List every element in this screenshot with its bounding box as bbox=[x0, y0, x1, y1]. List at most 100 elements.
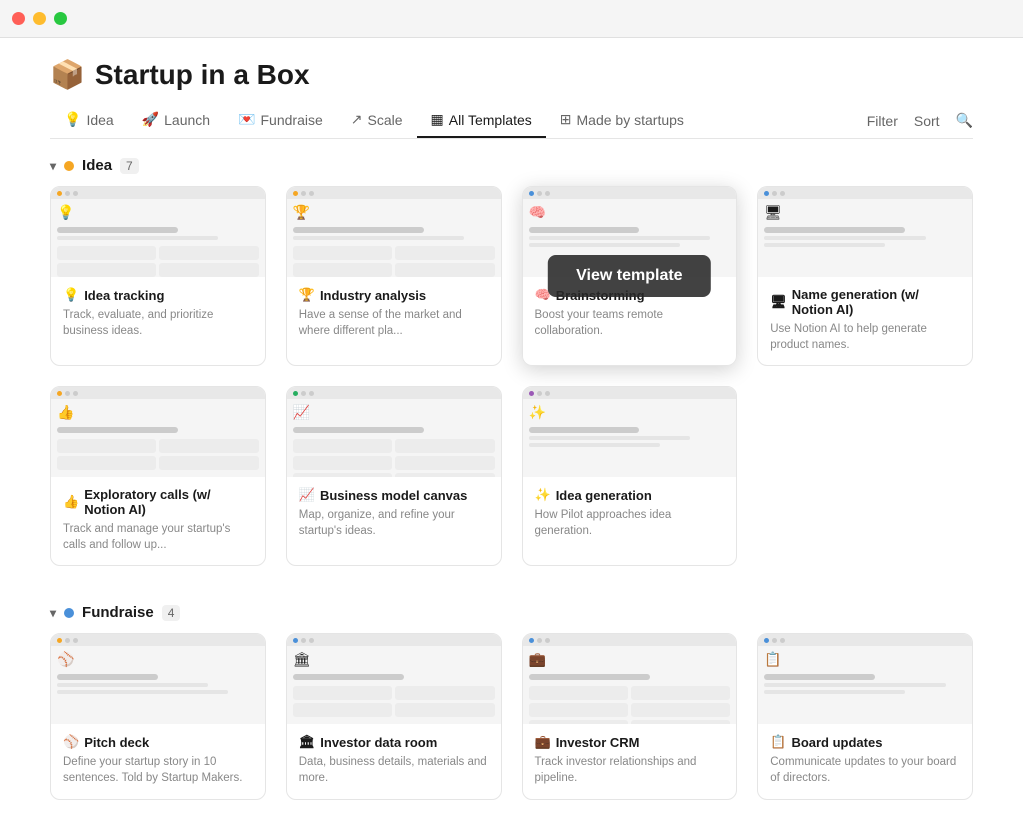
filter-button[interactable]: Filter bbox=[867, 113, 898, 129]
all-templates-tab-label: All Templates bbox=[449, 112, 532, 128]
idea-section-label: Idea bbox=[82, 157, 112, 174]
board-updates-title: 📋 Board updates bbox=[770, 734, 960, 750]
scale-tab-label: Scale bbox=[368, 112, 403, 128]
sort-button[interactable]: Sort bbox=[914, 113, 940, 129]
pitch-deck-desc: Define your startup story in 10 sentence… bbox=[63, 754, 253, 786]
template-card-business-model-canvas[interactable]: 📈 📈 Business model canvas Map, organize,… bbox=[286, 386, 502, 566]
launch-tab-label: Launch bbox=[164, 112, 210, 128]
idea-tracking-thumbnail: 💡 bbox=[51, 187, 265, 277]
business-model-canvas-title: 📈 Business model canvas bbox=[299, 487, 489, 503]
brainstorming-body: 🧠 Brainstorming Boost your teams remote … bbox=[523, 277, 737, 351]
idea-tab-icon: 💡 bbox=[64, 111, 81, 128]
idea-tracking-icon: 💡 bbox=[63, 287, 79, 303]
tab-all-templates[interactable]: ▦ All Templates bbox=[417, 103, 546, 138]
board-updates-thumbnail: 📋 bbox=[758, 634, 972, 724]
fundraise-section-color-dot bbox=[64, 608, 74, 618]
brainstorming-thumbnail: 🧠 bbox=[523, 187, 737, 277]
industry-analysis-body: 🏆 Industry analysis Have a sense of the … bbox=[287, 277, 501, 351]
search-icon: 🔍 bbox=[956, 112, 973, 129]
template-card-investor-data-room[interactable]: 🏛 🏛 Investor data room Data, business de… bbox=[286, 633, 502, 799]
idea-tracking-desc: Track, evaluate, and prioritize business… bbox=[63, 307, 253, 339]
name-generation-title: 🖥 Name generation (w/ Notion AI) bbox=[770, 287, 960, 317]
main-content: 📦 Startup in a Box 💡 Idea 🚀 Launch 💌 Fun… bbox=[0, 38, 1023, 800]
sort-label: Sort bbox=[914, 113, 940, 129]
name-generation-desc: Use Notion AI to help generate product n… bbox=[770, 321, 960, 353]
investor-crm-title: 💼 Investor CRM bbox=[535, 734, 725, 750]
idea-template-grid: 💡 💡 Idea tracking Track, evaluate, and p… bbox=[50, 186, 973, 566]
name-generation-body: 🖥 Name generation (w/ Notion AI) Use Not… bbox=[758, 277, 972, 365]
investor-data-room-title: 🏛 Investor data room bbox=[299, 734, 489, 750]
template-card-pitch-deck[interactable]: ⚾ ⚾ Pitch deck Define your startup story… bbox=[50, 633, 266, 799]
exploratory-calls-icon: 👍 bbox=[63, 494, 79, 510]
template-card-name-generation[interactable]: 🖥 🖥 Name generation (w/ Notion AI) Use N… bbox=[757, 186, 973, 366]
template-card-investor-crm[interactable]: 💼 💼 Investor CRM Track investor relation… bbox=[522, 633, 738, 799]
tab-scale[interactable]: ↗ Scale bbox=[337, 103, 417, 138]
app-title: Startup in a Box bbox=[95, 59, 310, 91]
industry-analysis-title: 🏆 Industry analysis bbox=[299, 287, 489, 303]
launch-tab-icon: 🚀 bbox=[142, 111, 159, 128]
app-icon: 📦 bbox=[50, 58, 85, 91]
scale-tab-icon: ↗ bbox=[351, 111, 363, 128]
industry-analysis-icon: 🏆 bbox=[299, 287, 315, 303]
brainstorming-icon: 🧠 bbox=[535, 287, 551, 303]
exploratory-calls-thumbnail: 👍 bbox=[51, 387, 265, 477]
search-button[interactable]: 🔍 bbox=[956, 112, 973, 129]
maximize-button[interactable] bbox=[54, 12, 67, 25]
tab-fundraise[interactable]: 💌 Fundraise bbox=[224, 103, 337, 138]
pitch-deck-title: ⚾ Pitch deck bbox=[63, 734, 253, 750]
template-card-industry-analysis[interactable]: 🏆 🏆 Industry analysis Have a sense of th… bbox=[286, 186, 502, 366]
tab-made-by-startups[interactable]: ⊞ Made by startups bbox=[546, 103, 698, 138]
fundraise-section-count: 4 bbox=[162, 605, 181, 621]
filter-label: Filter bbox=[867, 113, 898, 129]
template-card-exploratory-calls[interactable]: 👍 👍 Exploratory calls (w/ Notion AI) Tra… bbox=[50, 386, 266, 566]
investor-data-room-thumbnail: 🏛 bbox=[287, 634, 501, 724]
idea-section-toggle[interactable]: ▾ bbox=[50, 159, 56, 173]
fundraise-tab-label: Fundraise bbox=[261, 112, 323, 128]
idea-generation-icon: ✨ bbox=[535, 487, 551, 503]
idea-generation-body: ✨ Idea generation How Pilot approaches i… bbox=[523, 477, 737, 551]
idea-tab-label: Idea bbox=[86, 112, 113, 128]
industry-analysis-thumbnail: 🏆 bbox=[287, 187, 501, 277]
made-by-startups-tab-label: Made by startups bbox=[577, 112, 684, 128]
board-updates-icon: 📋 bbox=[770, 734, 786, 750]
business-model-canvas-desc: Map, organize, and refine your startup's… bbox=[299, 507, 489, 539]
investor-crm-thumbnail: 💼 bbox=[523, 634, 737, 724]
pitch-deck-thumbnail: ⚾ bbox=[51, 634, 265, 724]
template-card-brainstorming[interactable]: 🧠 🧠 Brainstorming Boost your teams remot… bbox=[522, 186, 738, 366]
template-card-idea-tracking[interactable]: 💡 💡 Idea tracking Track, evaluate, and p… bbox=[50, 186, 266, 366]
template-card-board-updates[interactable]: 📋 📋 Board updates Communicate updates to… bbox=[757, 633, 973, 799]
idea-section-header: ▾ Idea 7 bbox=[50, 139, 973, 186]
minimize-button[interactable] bbox=[33, 12, 46, 25]
business-model-canvas-thumbnail: 📈 bbox=[287, 387, 501, 477]
all-templates-tab-icon: ▦ bbox=[431, 111, 444, 128]
exploratory-calls-body: 👍 Exploratory calls (w/ Notion AI) Track… bbox=[51, 477, 265, 565]
brainstorming-title: 🧠 Brainstorming bbox=[535, 287, 725, 303]
nav-tabs: 💡 Idea 🚀 Launch 💌 Fundraise ↗ Scale ▦ Al… bbox=[50, 103, 867, 138]
idea-section-count: 7 bbox=[120, 158, 139, 174]
fundraise-section-header: ▾ Fundraise 4 bbox=[50, 586, 973, 633]
idea-tracking-title: 💡 Idea tracking bbox=[63, 287, 253, 303]
made-by-startups-tab-icon: ⊞ bbox=[560, 111, 572, 128]
app-header: 📦 Startup in a Box bbox=[50, 38, 973, 103]
tab-launch[interactable]: 🚀 Launch bbox=[128, 103, 224, 138]
name-generation-thumbnail: 🖥 bbox=[758, 187, 972, 277]
nav-bar: 💡 Idea 🚀 Launch 💌 Fundraise ↗ Scale ▦ Al… bbox=[50, 103, 973, 139]
industry-analysis-desc: Have a sense of the market and where dif… bbox=[299, 307, 489, 339]
idea-generation-title: ✨ Idea generation bbox=[535, 487, 725, 503]
investor-data-room-desc: Data, business details, materials and mo… bbox=[299, 754, 489, 786]
board-updates-body: 📋 Board updates Communicate updates to y… bbox=[758, 724, 972, 798]
investor-data-room-icon: 🏛 bbox=[299, 734, 316, 750]
investor-data-room-body: 🏛 Investor data room Data, business deta… bbox=[287, 724, 501, 798]
idea-section-color-dot bbox=[64, 161, 74, 171]
tab-idea[interactable]: 💡 Idea bbox=[50, 103, 128, 138]
fundraise-section-toggle[interactable]: ▾ bbox=[50, 606, 56, 620]
name-generation-icon: 🖥 bbox=[770, 294, 787, 310]
titlebar bbox=[0, 0, 1023, 38]
template-card-idea-generation[interactable]: ✨ ✨ Idea generation How Pilot approaches… bbox=[522, 386, 738, 566]
close-button[interactable] bbox=[12, 12, 25, 25]
exploratory-calls-title: 👍 Exploratory calls (w/ Notion AI) bbox=[63, 487, 253, 517]
exploratory-calls-desc: Track and manage your startup's calls an… bbox=[63, 521, 253, 553]
pitch-deck-icon: ⚾ bbox=[63, 734, 79, 750]
business-model-canvas-icon: 📈 bbox=[299, 487, 315, 503]
investor-crm-icon: 💼 bbox=[535, 734, 551, 750]
